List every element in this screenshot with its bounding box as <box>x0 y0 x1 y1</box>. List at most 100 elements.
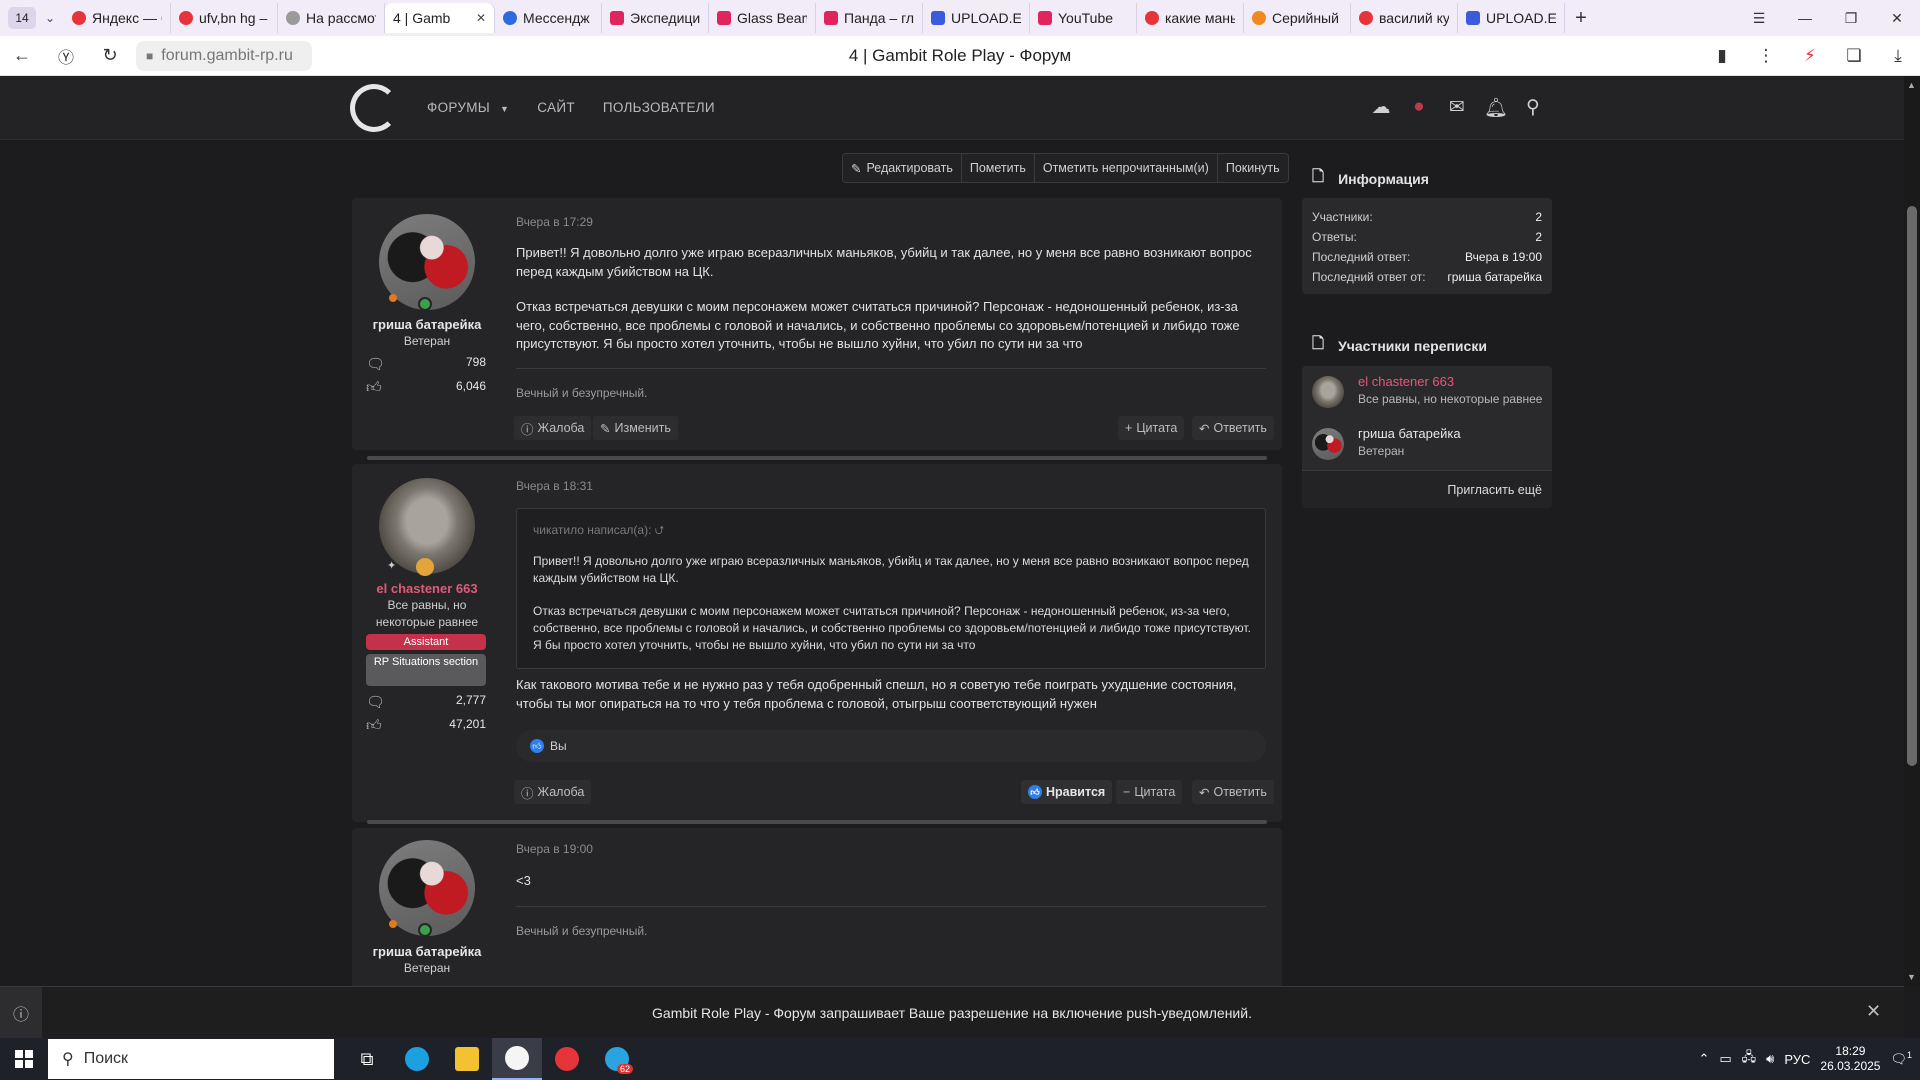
participant-item[interactable]: el chastener 663 Все равны, но некоторые… <box>1302 366 1552 418</box>
new-tab-button[interactable]: + <box>1565 7 1597 30</box>
browser-tab[interactable]: YouTube <box>1030 3 1137 33</box>
chevron-up-icon[interactable]: ⌃ <box>1698 1051 1709 1067</box>
reply-button[interactable]: ↶ Ответить <box>1192 416 1274 440</box>
quote-button[interactable]: − Цитата <box>1116 780 1183 804</box>
quote-button[interactable]: + Цитата <box>1118 416 1185 440</box>
start-button[interactable] <box>0 1050 48 1068</box>
mail-icon[interactable]: ✉ <box>1446 96 1468 120</box>
user-avatar-icon[interactable]: ● <box>1408 96 1430 120</box>
browser-tab[interactable]: Серийный <box>1244 3 1351 33</box>
browser-tab[interactable]: Панда – гла <box>816 3 923 33</box>
minimize-icon[interactable]: — <box>1782 10 1828 27</box>
avatar[interactable] <box>1312 376 1344 408</box>
tab-favicon-icon <box>1145 11 1159 25</box>
close-icon[interactable]: ✕ <box>1866 1001 1881 1022</box>
browser-tab[interactable]: Мессендж <box>495 3 602 33</box>
bookmark-icon[interactable]: ▮ <box>1700 46 1744 66</box>
browser-tab-active[interactable]: 4 | Gamb ✕ <box>385 3 495 33</box>
post-author[interactable]: гриша батарейка <box>352 317 502 332</box>
browser-tab[interactable]: василий ку <box>1351 3 1458 33</box>
browser-tab[interactable]: Яндекс — б <box>64 3 171 33</box>
chevron-down-icon[interactable]: ⌄ <box>36 11 64 25</box>
alert-icon: ⓘ <box>521 786 534 801</box>
search-icon[interactable]: ⚲ <box>1522 96 1544 120</box>
telegram-icon[interactable]: 62 <box>592 1038 642 1080</box>
thread-actions: ✎ Редактировать Пометить Отметить непрочи… <box>842 153 1289 183</box>
post-date[interactable]: Вчера в 17:29 <box>516 215 593 229</box>
like-button[interactable]: 👍︎ Нравится <box>1021 780 1113 804</box>
gambit-logo-icon[interactable] <box>350 84 398 132</box>
post-date[interactable]: Вчера в 19:00 <box>516 842 593 856</box>
nav-users[interactable]: ПОЛЬЗОВАТЕЛИ <box>603 100 715 115</box>
browser-tab[interactable]: Экспедици <box>602 3 709 33</box>
close-tab-icon[interactable]: ✕ <box>476 11 486 25</box>
browser-tab[interactable]: какие мань <box>1137 3 1244 33</box>
mark-unread-button[interactable]: Отметить непрочитанным(и) <box>1035 154 1218 182</box>
explorer-icon[interactable] <box>442 1038 492 1080</box>
lightning-icon[interactable]: ⚡ <box>1788 46 1832 66</box>
browser-tab[interactable]: UPLOAD.EE <box>1458 3 1565 33</box>
notification-center-icon[interactable]: 🗨︎1 <box>1890 1050 1912 1067</box>
edge-icon[interactable] <box>392 1038 442 1080</box>
report-button[interactable]: ⓘ Жалоба <box>514 780 592 804</box>
tab-count-badge[interactable]: 14 <box>8 7 36 29</box>
more-icon[interactable]: ⋮ <box>1744 46 1788 66</box>
url-field[interactable]: ■ forum.gambit-rp.ru <box>136 40 312 71</box>
scroll-down-icon[interactable]: ▼ <box>1907 972 1916 982</box>
reload-icon[interactable]: ↻ <box>88 45 132 66</box>
volume-icon[interactable]: 🔊︎ <box>1766 1051 1774 1067</box>
reply-button[interactable]: ↶ Ответить <box>1192 780 1274 804</box>
post-author[interactable]: el chastener 663 <box>352 581 502 596</box>
yandex-icon[interactable] <box>542 1038 592 1080</box>
edit-thread-button[interactable]: ✎ Редактировать <box>843 154 962 182</box>
system-tray: ⌃ ▭ 🖧︎ 🔊︎ РУС 18:29 26.03.2025 🗨︎1 <box>1698 1044 1920 1074</box>
tab-favicon-icon <box>1038 11 1052 25</box>
reactions-bar[interactable]: 👍︎ Вы <box>516 730 1266 762</box>
report-button[interactable]: ⓘ Жалоба <box>514 416 592 440</box>
windows-logo-icon <box>15 1050 33 1068</box>
bell-icon[interactable]: 🔔︎ <box>1484 96 1508 120</box>
medal-icon: ✦ <box>387 560 397 572</box>
nav-forums[interactable]: ФОРУМЫ ▼ <box>427 100 509 115</box>
cloud-icon[interactable]: ☁ <box>1370 96 1392 120</box>
tab-favicon-icon <box>503 11 517 25</box>
taskbar: ⚲ Поиск ⧉ 62 ⌃ ▭ 🖧︎ 🔊︎ РУС 18:29 26.03.202… <box>0 1038 1920 1080</box>
collections-icon[interactable]: ❏ <box>1832 46 1876 66</box>
post-text: Как такового мотива тебе и не нужно раз … <box>516 677 1237 711</box>
back-arrow-icon[interactable]: ← <box>0 45 44 66</box>
network-icon[interactable]: 🖧︎ <box>1742 1048 1757 1070</box>
task-view-icon[interactable]: ⧉ <box>342 1038 392 1080</box>
scroll-thumb[interactable] <box>1907 206 1917 766</box>
browser-tab[interactable]: ufv,bn hg – <box>171 3 278 33</box>
yandex-browser-icon[interactable] <box>492 1038 542 1080</box>
lock-icon: ■ <box>146 48 154 63</box>
avatar[interactable] <box>1312 428 1344 460</box>
page-scrollbar[interactable]: ▲ ▼ <box>1904 76 1920 986</box>
clock[interactable]: 18:29 26.03.2025 <box>1820 1044 1880 1074</box>
leave-thread-button[interactable]: Покинуть <box>1218 154 1288 182</box>
close-window-icon[interactable]: ✕ <box>1874 10 1920 27</box>
taskbar-search[interactable]: ⚲ Поиск <box>48 1039 334 1079</box>
tab-favicon-icon <box>1466 11 1480 25</box>
download-icon[interactable]: ⤓ <box>1876 46 1920 66</box>
menu-icon[interactable]: ☰ <box>1736 10 1782 27</box>
scroll-up-icon[interactable]: ▲ <box>1907 80 1916 90</box>
meet-icon[interactable]: ▭ <box>1719 1051 1731 1067</box>
post-date[interactable]: Вчера в 18:31 <box>516 479 593 493</box>
browser-tab[interactable]: UPLOAD.EE <box>923 3 1030 33</box>
language-indicator[interactable]: РУС <box>1784 1052 1810 1067</box>
nav-site[interactable]: САЙТ <box>537 100 575 115</box>
browser-tab[interactable]: Glass Beam <box>709 3 816 33</box>
post-author[interactable]: гриша батарейка <box>352 944 502 959</box>
restore-icon[interactable]: ❐ <box>1828 10 1874 27</box>
participant-item[interactable]: гриша батарейка Ветеран <box>1302 418 1552 470</box>
quote-header[interactable]: чикатило написал(а): ⮍ <box>533 521 664 542</box>
browser-tab[interactable]: На рассмот <box>278 3 385 33</box>
edit-post-button[interactable]: ✎ Изменить <box>593 416 678 440</box>
participants-heading: 🗋 Участники переписки <box>1312 333 1487 358</box>
status-badge-icon <box>389 294 397 302</box>
yandex-logo-icon[interactable]: Ⓨ <box>44 44 88 68</box>
mark-thread-button[interactable]: Пометить <box>962 154 1035 182</box>
like-reaction-icon: 👍︎ <box>1028 785 1042 799</box>
invite-more-button[interactable]: Пригласить ещё <box>1302 470 1552 508</box>
